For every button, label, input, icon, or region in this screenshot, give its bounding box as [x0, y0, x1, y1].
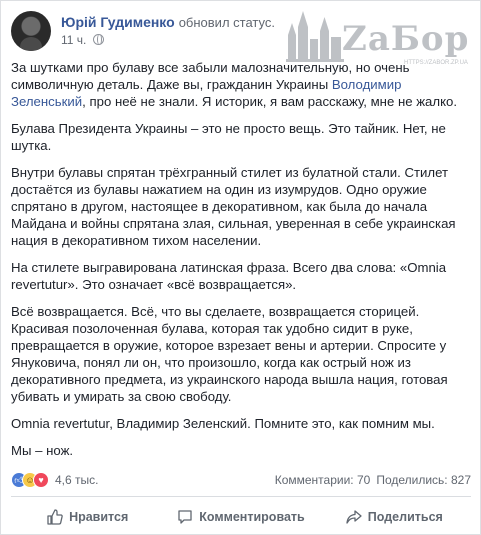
reactions-bar: 👍︎ ☺ ♥ 4,6 тыс. Комментарии: 70 Поделилис…	[11, 472, 471, 490]
comment-button[interactable]: Комментировать	[164, 501, 317, 533]
post-time[interactable]: 11 ч.	[61, 33, 86, 47]
love-reaction-icon[interactable]: ♥	[33, 472, 49, 488]
author-action: обновил статус.	[178, 15, 275, 30]
watermark: ZаБор HTTPS://ZABOR.ZP.UA	[284, 5, 479, 67]
post-body: За шутками про булаву все забыли малозна…	[11, 59, 473, 469]
avatar[interactable]	[11, 11, 51, 51]
post-card: Юрій Гудименко обновил статус. 11 ч. ZаБо…	[0, 0, 481, 535]
comment-icon	[178, 510, 192, 524]
like-button[interactable]: Нравится	[11, 501, 164, 533]
paragraph: Мы – нож.	[11, 443, 74, 458]
comments-count[interactable]: Комментарии: 70	[275, 473, 371, 487]
post-stats: Комментарии: 70 Поделились: 827	[275, 473, 471, 487]
share-icon	[346, 510, 362, 524]
paragraph: Omnia revertutur, Владимир Зеленский. По…	[11, 416, 435, 431]
like-label: Нравится	[69, 510, 129, 524]
share-label: Поделиться	[367, 510, 443, 524]
paragraph: За шутками про булаву все забыли малозна…	[11, 60, 458, 109]
globe-icon	[92, 34, 104, 45]
paragraph: Всё возвращается. Всё, что вы сделаете, …	[11, 304, 448, 404]
watermark-text: ZаБор	[342, 19, 470, 59]
shares-count[interactable]: Поделились: 827	[376, 473, 471, 487]
paragraph: На стилете выгравирована латинская фраза…	[11, 260, 447, 292]
reaction-count[interactable]: 4,6 тыс.	[55, 473, 98, 487]
author-name[interactable]: Юрій Гудименко	[61, 14, 175, 30]
paragraph: Булава Президента Украины – это не прост…	[11, 121, 446, 153]
action-bar: Нравится Комментировать Поделиться	[11, 501, 471, 533]
post-meta: 11 ч.	[61, 33, 104, 47]
paragraph: Внутри булавы спрятан трёхгранный стилет…	[11, 165, 456, 248]
watermark-skyline-icon	[286, 11, 344, 62]
comment-label: Комментировать	[199, 510, 305, 524]
share-button[interactable]: Поделиться	[318, 501, 471, 533]
thumbs-up-icon	[47, 509, 63, 525]
divider	[11, 496, 471, 497]
author-line: Юрій Гудименко обновил статус.	[61, 14, 275, 30]
